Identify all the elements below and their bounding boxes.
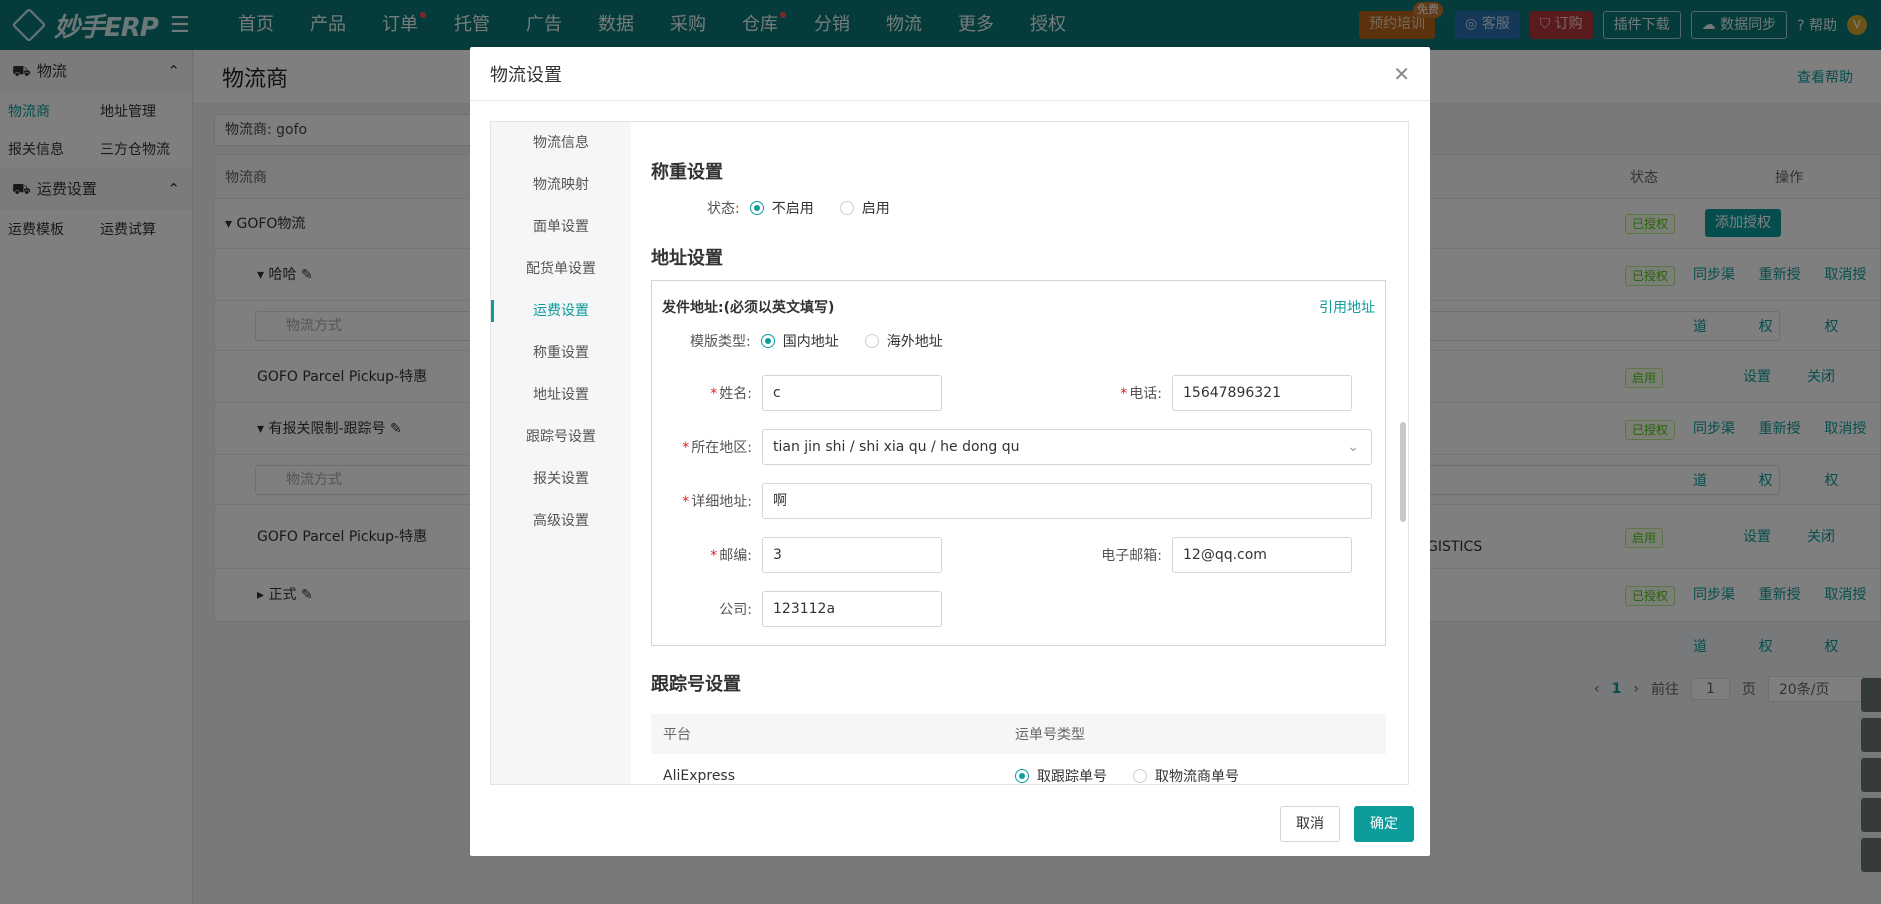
carrier-number-radio[interactable]: 取物流商单号: [1133, 766, 1239, 785]
phone-row: * 电话: 15647896321: [1082, 375, 1352, 411]
radio-checked-icon: [760, 334, 775, 348]
domestic-radio[interactable]: 国内地址: [760, 331, 839, 351]
tracking-section-title: 跟踪号设置: [651, 674, 741, 695]
template-type-row: 模版类型: 国内地址 海外地址: [662, 331, 1375, 351]
scrollbar[interactable]: [1400, 422, 1406, 522]
region-select[interactable]: tian jin shi / shi xia qu / he dong qu ⌄: [762, 429, 1372, 465]
settings-nav-item[interactable]: 称重设置: [491, 332, 631, 374]
settings-nav-item[interactable]: 跟踪号设置: [491, 416, 631, 458]
settings-content: 称重设置 状态: 不启用 启用 地址设置 发件地址:(必须以英文填写) 引用地址…: [631, 122, 1408, 784]
sender-address-header: 发件地址:(必须以英文填写) 引用地址: [662, 297, 1375, 317]
zip-field[interactable]: 3: [762, 537, 942, 573]
zip-row: * 邮编: 3: [662, 537, 942, 573]
address-section-title: 地址设置: [651, 248, 723, 269]
radio-label: 不启用: [771, 201, 814, 217]
radio-checked-icon: [749, 201, 764, 215]
weigh-section-title: 称重设置: [651, 162, 723, 183]
detail-label: * 详细地址:: [682, 494, 752, 510]
logistics-settings-dialog: 物流设置 ✕ 物流信息 物流映射 面单设置 配货单设置 运费设置 称重设置 地址设置 跟踪号设…: [470, 47, 1430, 856]
radio-unchecked-icon: [839, 201, 854, 215]
dialog-title: 物流设置: [490, 64, 562, 86]
company-field[interactable]: 123112a: [762, 591, 942, 627]
company-row: 公司: 123112a: [662, 591, 942, 627]
settings-nav-item[interactable]: 物流信息: [491, 122, 631, 164]
radio-label: 取跟踪单号: [1037, 769, 1107, 785]
radio-unchecked-icon: [864, 334, 879, 348]
tracking-table-header: 平台 运单号类型: [651, 714, 1386, 754]
settings-nav-item[interactable]: 地址设置: [491, 374, 631, 416]
phone-field[interactable]: 15647896321: [1172, 375, 1352, 411]
weigh-off-radio[interactable]: 不启用: [749, 198, 814, 218]
platform-name: AliExpress: [663, 768, 736, 784]
settings-nav-item[interactable]: 物流映射: [491, 164, 631, 206]
dialog-header: 物流设置 ✕: [470, 47, 1430, 101]
radio-label: 海外地址: [886, 334, 943, 350]
tracking-number-radio[interactable]: 取跟踪单号: [1015, 766, 1107, 785]
weigh-status-label: 状态:: [707, 201, 740, 217]
weigh-on-radio[interactable]: 启用: [839, 198, 890, 218]
radio-label: 启用: [861, 201, 890, 217]
settings-nav: 物流信息 物流映射 面单设置 配货单设置 运费设置 称重设置 地址设置 跟踪号设置 报关设置 高级…: [491, 122, 631, 784]
cancel-button[interactable]: 取消: [1280, 806, 1340, 842]
sender-address-box: 发件地址:(必须以英文填写) 引用地址 模版类型: 国内地址 海外地址 * 姓名:…: [651, 280, 1386, 646]
template-type-label: 模版类型:: [690, 334, 751, 350]
name-row: * 姓名: c: [662, 375, 942, 411]
region-row: * 所在地区: tian jin shi / shi xia qu / he do…: [662, 429, 1372, 465]
confirm-button[interactable]: 确定: [1354, 806, 1414, 842]
settings-nav-item[interactable]: 运费设置: [491, 290, 631, 332]
name-field[interactable]: c: [762, 375, 942, 411]
radio-checked-icon: [1015, 769, 1029, 783]
radio-label: 国内地址: [782, 334, 839, 350]
settings-nav-item[interactable]: 面单设置: [491, 206, 631, 248]
settings-nav-item[interactable]: 高级设置: [491, 500, 631, 542]
name-label: * 姓名:: [710, 386, 752, 402]
region-label: * 所在地区:: [682, 440, 752, 456]
company-label: 公司:: [719, 602, 752, 618]
settings-nav-item[interactable]: 报关设置: [491, 458, 631, 500]
detail-address-field[interactable]: 啊: [762, 483, 1372, 519]
email-label: 电子邮箱:: [1101, 548, 1162, 564]
sender-address-title: 发件地址:(必须以英文填写): [662, 300, 835, 316]
col-tracking-type: 运单号类型: [1015, 727, 1085, 743]
col-platform: 平台: [663, 727, 691, 743]
close-icon[interactable]: ✕: [1393, 62, 1410, 86]
zip-label: * 邮编:: [710, 548, 752, 564]
overseas-radio[interactable]: 海外地址: [864, 331, 943, 351]
region-value: tian jin shi / shi xia qu / he dong qu: [773, 439, 1020, 455]
dialog-footer: 取消 确定: [1280, 806, 1414, 842]
weigh-status-row: 状态: 不启用 启用: [651, 198, 1386, 218]
email-row: 电子邮箱: 12@qq.com: [1082, 537, 1352, 573]
dialog-body: 物流信息 物流映射 面单设置 配货单设置 运费设置 称重设置 地址设置 跟踪号设置 报关设置 高级…: [490, 121, 1409, 785]
chevron-down-icon: ⌄: [1347, 439, 1359, 455]
table-row: AliExpress 取跟踪单号 取物流商单号: [651, 754, 1386, 785]
phone-label: * 电话:: [1120, 386, 1162, 402]
detail-row: * 详细地址: 啊: [662, 483, 1372, 519]
radio-label: 取物流商单号: [1155, 769, 1239, 785]
radio-unchecked-icon: [1133, 769, 1147, 783]
email-field[interactable]: 12@qq.com: [1172, 537, 1352, 573]
quote-address-link[interactable]: 引用地址: [1319, 297, 1375, 317]
settings-nav-item[interactable]: 配货单设置: [491, 248, 631, 290]
